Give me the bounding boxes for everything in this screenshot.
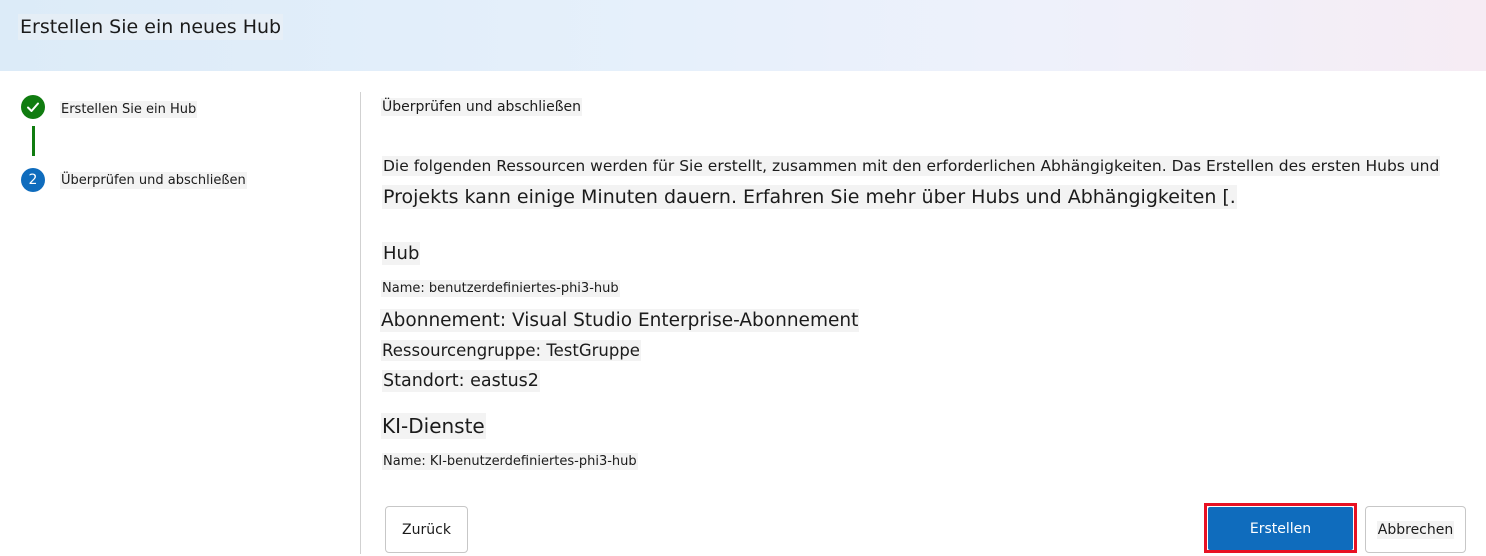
hub-heading: Hub (382, 242, 421, 265)
checkmark-icon (27, 102, 39, 112)
step-2-current[interactable]: 2 (21, 168, 45, 192)
panel-divider (360, 92, 361, 554)
page-title: Erstellen Sie ein neues Hub (18, 14, 284, 40)
step-connector (32, 126, 35, 156)
hub-resource-group: Ressourcengruppe: TestGruppe (381, 340, 641, 361)
hub-name: Name: benutzerdefiniertes-phi3-hub (381, 280, 620, 297)
wizard-steps: Erstellen Sie ein Hub 2 Überprüfen und a… (0, 71, 360, 556)
step-2-label[interactable]: Überprüfen und abschließen (60, 172, 247, 189)
page-header: Erstellen Sie ein neues Hub (0, 0, 1486, 71)
description-line-2: Projekts kann einige Minuten dauern. Erf… (382, 185, 1237, 209)
cancel-button-label: Abbrechen (1376, 520, 1455, 539)
hub-subscription: Abonnement: Visual Studio Enterprise-Abo… (380, 309, 860, 332)
back-button[interactable]: Zurück (385, 506, 468, 553)
hub-location: Standort: eastus2 (382, 370, 540, 392)
create-button[interactable]: Erstellen (1208, 507, 1353, 550)
section-title: Überprüfen und abschließen (381, 98, 582, 116)
step-1-label[interactable]: Erstellen Sie ein Hub (60, 101, 198, 118)
cancel-button[interactable]: Abbrechen (1365, 506, 1466, 553)
ai-services-name: Name: KI-benutzerdefiniertes-phi3-hub (382, 453, 638, 470)
description-line-1: Die folgenden Ressourcen werden für Sie … (382, 156, 1441, 176)
step-1-completed[interactable] (21, 95, 45, 119)
ai-services-heading: KI-Dienste (381, 413, 486, 439)
